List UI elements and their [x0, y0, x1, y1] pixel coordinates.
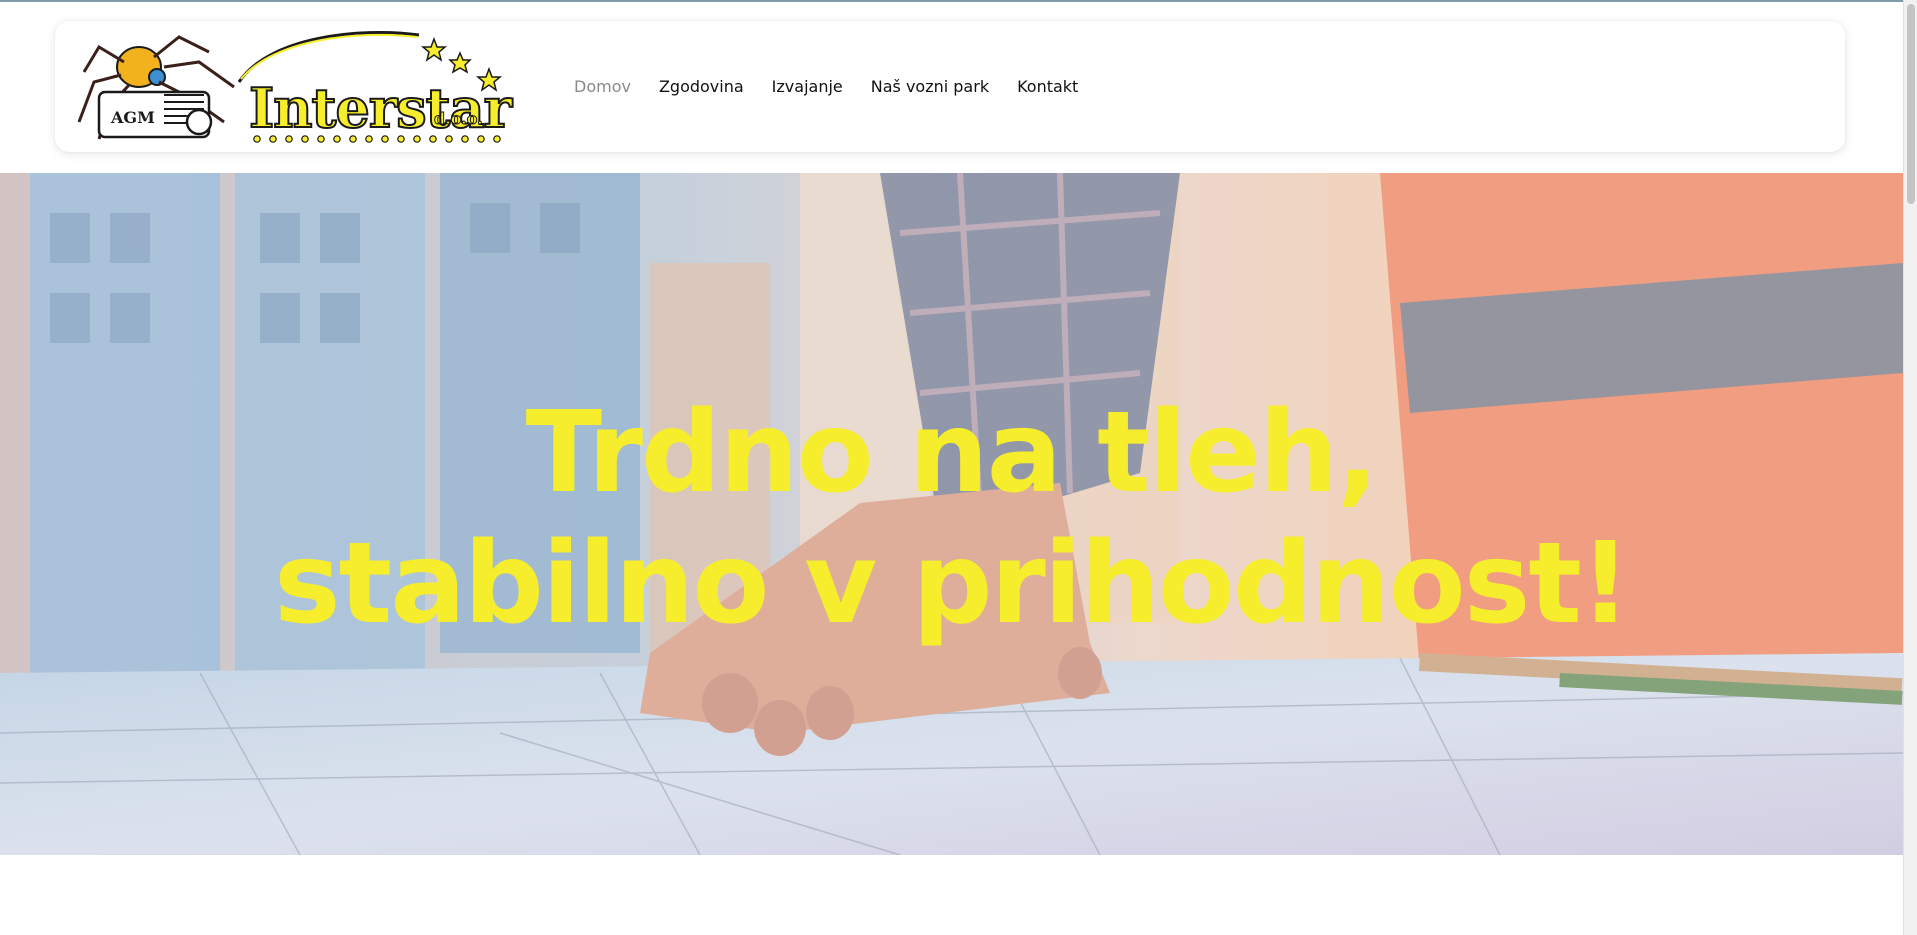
main-navigation: Domov Zgodovina Izvajanje Naš vozni park…: [574, 21, 1106, 152]
site-logo[interactable]: AGM Interstar d.o.o.: [69, 27, 519, 147]
logo-badge-text: AGM: [110, 108, 155, 127]
top-border: [0, 0, 1917, 2]
hero-title-line-2: stabilno v prihodnost!: [273, 519, 1631, 649]
nav-item-zgodovina[interactable]: Zgodovina: [659, 77, 744, 96]
interstar-logo-icon: AGM Interstar d.o.o.: [77, 30, 515, 143]
page-scrollbar[interactable]: [1903, 0, 1917, 935]
site-header: AGM Interstar d.o.o. Domov Zgodovina Izv…: [55, 21, 1845, 152]
hero-title-line-1: Trdno na tleh,: [525, 388, 1380, 518]
nav-item-domov[interactable]: Domov: [574, 77, 631, 96]
logo-brand-text: Interstar: [249, 76, 513, 140]
nav-item-izvajanje[interactable]: Izvajanje: [772, 77, 843, 96]
hero-banner: Trdno na tleh, stabilno v prihodnost!: [0, 173, 1903, 855]
scrollbar-thumb[interactable]: [1907, 4, 1915, 204]
nav-item-nas-vozni-park[interactable]: Naš vozni park: [871, 77, 989, 96]
logo-suffix-text: d.o.o.: [434, 109, 483, 128]
nav-item-kontakt[interactable]: Kontakt: [1017, 77, 1078, 96]
